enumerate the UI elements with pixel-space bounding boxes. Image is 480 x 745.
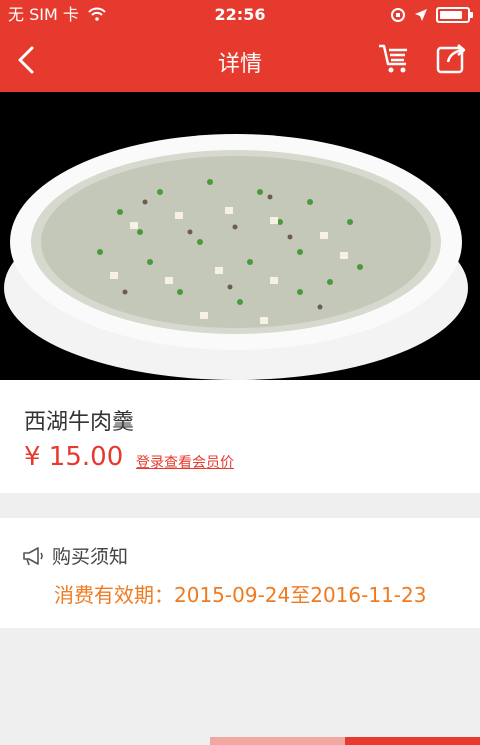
location-icon [415,9,427,21]
notice-title: 购买须知 [52,546,129,568]
product-price: ¥ 15.00 [24,442,124,472]
purchase-notice: 购买须知 消费有效期：2015-09-24至2016-11-23 [0,518,480,628]
product-image [0,92,480,380]
status-icons [390,0,473,30]
soup-bowl-image [4,134,468,380]
header: 无 SIM 卡 22:56 详情 [0,0,480,92]
share-icon[interactable] [434,40,470,76]
nav-bar: 详情 [0,30,480,92]
megaphone-icon [23,547,43,566]
product-info: 西湖牛肉羹 ¥ 15.00 登录查看会员价 [0,380,480,493]
cart-icon[interactable] [376,40,412,76]
status-bar: 无 SIM 卡 22:56 [0,0,480,30]
validity-period: 消费有效期：2015-09-24至2016-11-23 [54,583,427,607]
member-price-link[interactable]: 登录查看会员价 [136,452,234,472]
bottom-action-left[interactable] [210,737,345,745]
bottom-action-bar[interactable] [210,737,480,745]
battery-icon [436,7,473,23]
rotation-lock-icon [391,8,405,22]
product-name: 西湖牛肉羹 [24,410,135,435]
